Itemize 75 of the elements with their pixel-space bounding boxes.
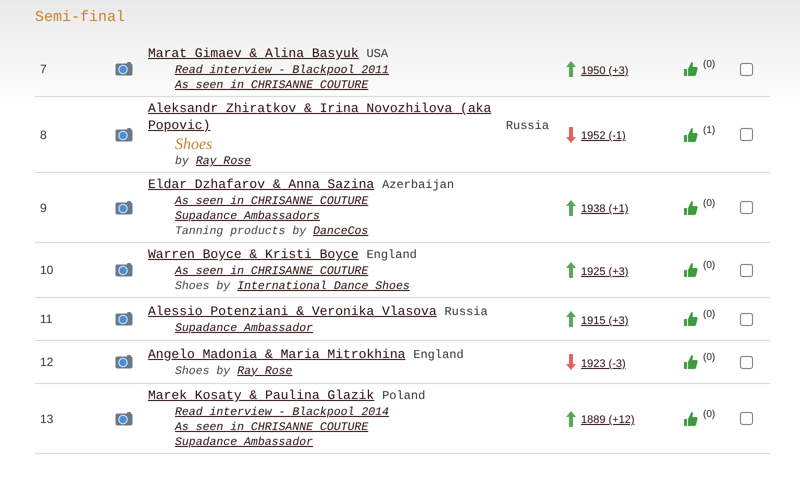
sub-link[interactable]: Supadance Ambassadors xyxy=(175,209,320,224)
couple-name-link[interactable]: Eldar Dzhafarov & Anna Sazina xyxy=(148,176,374,193)
credit-text: by xyxy=(175,154,189,169)
brand-label: Shoes xyxy=(175,135,212,154)
camera-icon xyxy=(115,62,133,76)
sub-link[interactable]: Supadance Ambassador xyxy=(175,320,314,336)
camera-icon xyxy=(115,412,133,426)
select-checkbox[interactable] xyxy=(740,412,753,425)
credit-link[interactable]: International Dance Shoes xyxy=(237,279,410,294)
likes-count: (0) xyxy=(703,351,716,365)
likes-count: (1) xyxy=(703,124,716,138)
likes-count: (0) xyxy=(703,408,716,422)
select-checkbox[interactable] xyxy=(740,128,753,141)
rank-number: 8 xyxy=(39,126,48,144)
country-label: Russia xyxy=(444,304,488,318)
couple-name-link[interactable]: Marek Kosaty & Paulina Glazik xyxy=(148,387,374,404)
thumbs-up-icon[interactable] xyxy=(683,126,698,142)
rank-number: 12 xyxy=(39,354,54,371)
credit-link[interactable]: Ray Rose xyxy=(237,364,292,378)
score-link[interactable]: 1915 (+3) xyxy=(581,312,628,330)
select-checkbox[interactable] xyxy=(740,264,753,276)
couple-name-link[interactable]: Angelo Madonia & Maria Mitrokhina xyxy=(148,346,406,362)
select-checkbox[interactable] xyxy=(740,356,753,368)
select-checkbox[interactable] xyxy=(740,62,753,76)
likes-count: (0) xyxy=(703,259,716,273)
thumbs-up-icon[interactable] xyxy=(683,200,698,216)
section-title: Semi-final xyxy=(35,8,126,28)
credit-link[interactable]: Ray Rose xyxy=(196,154,252,169)
sub-link[interactable]: Read interview - Blackpool 2011 xyxy=(175,63,389,78)
likes-count: (0) xyxy=(703,58,716,72)
select-checkbox[interactable] xyxy=(740,312,753,326)
score-link[interactable]: 1938 (+1) xyxy=(581,201,628,218)
likes-count: (0) xyxy=(703,196,716,210)
country-label: Azerbaijan xyxy=(382,178,454,192)
camera-icon xyxy=(115,263,133,277)
sub-link[interactable]: As seen in CHRISANNE COUTURE xyxy=(175,420,368,435)
couple-name-link[interactable]: Marat Gimaev & Alina Basyuk xyxy=(148,45,359,62)
sub-link[interactable]: As seen in CHRISANNE COUTURE xyxy=(175,194,368,209)
score-link[interactable]: 1925 (+3) xyxy=(581,264,628,280)
credit-text: Shoes by xyxy=(175,279,230,294)
camera-icon xyxy=(115,128,133,142)
thumbs-up-icon[interactable] xyxy=(683,311,698,327)
score-link[interactable]: 1950 (+3) xyxy=(581,62,628,80)
rank-number: 7 xyxy=(39,61,48,78)
rank-number: 9 xyxy=(39,200,48,216)
thumbs-up-icon[interactable] xyxy=(683,354,698,370)
sub-link[interactable]: As seen in CHRISANNE COUTURE xyxy=(175,264,368,279)
sub-link[interactable]: Supadance Ambassador xyxy=(175,435,314,450)
country-label: England xyxy=(413,348,464,362)
sub-link[interactable]: As seen in CHRISANNE COUTURE xyxy=(175,78,368,93)
credit-text: Shoes by xyxy=(175,364,230,378)
camera-icon xyxy=(115,355,133,369)
rank-number: 13 xyxy=(39,410,54,428)
score-link[interactable]: 1923 (-3) xyxy=(581,356,626,372)
rank-number: 10 xyxy=(39,262,54,279)
thumbs-up-icon[interactable] xyxy=(683,61,698,77)
camera-icon xyxy=(115,200,133,214)
likes-count: (0) xyxy=(703,308,716,322)
sub-link[interactable]: Read interview - Blackpool 2014 xyxy=(175,405,389,420)
score-link[interactable]: 1889 (+12) xyxy=(581,412,635,429)
score-link[interactable]: 1952 (-1) xyxy=(581,128,626,145)
thumbs-up-icon[interactable] xyxy=(683,262,698,278)
couple-name-link[interactable]: Alessio Potenziani & Veronika Vlasova xyxy=(148,302,437,320)
thumbs-up-icon[interactable] xyxy=(683,410,698,426)
couple-name-link[interactable]: Warren Boyce & Kristi Boyce xyxy=(148,246,359,263)
select-checkbox[interactable] xyxy=(740,201,753,214)
country-label: USA xyxy=(366,47,388,61)
credit-link[interactable]: DanceCos xyxy=(313,224,368,239)
country-label: Poland xyxy=(382,389,426,403)
country-label: Russia xyxy=(506,119,550,133)
camera-icon xyxy=(115,312,133,326)
credit-text: Tanning products by xyxy=(175,224,306,239)
country-label: England xyxy=(366,248,417,262)
couple-name-link[interactable]: Aleksandr Zhiratkov & Irina Novozhilova (aka Popovic) xyxy=(148,100,498,134)
rank-number: 11 xyxy=(39,311,54,328)
